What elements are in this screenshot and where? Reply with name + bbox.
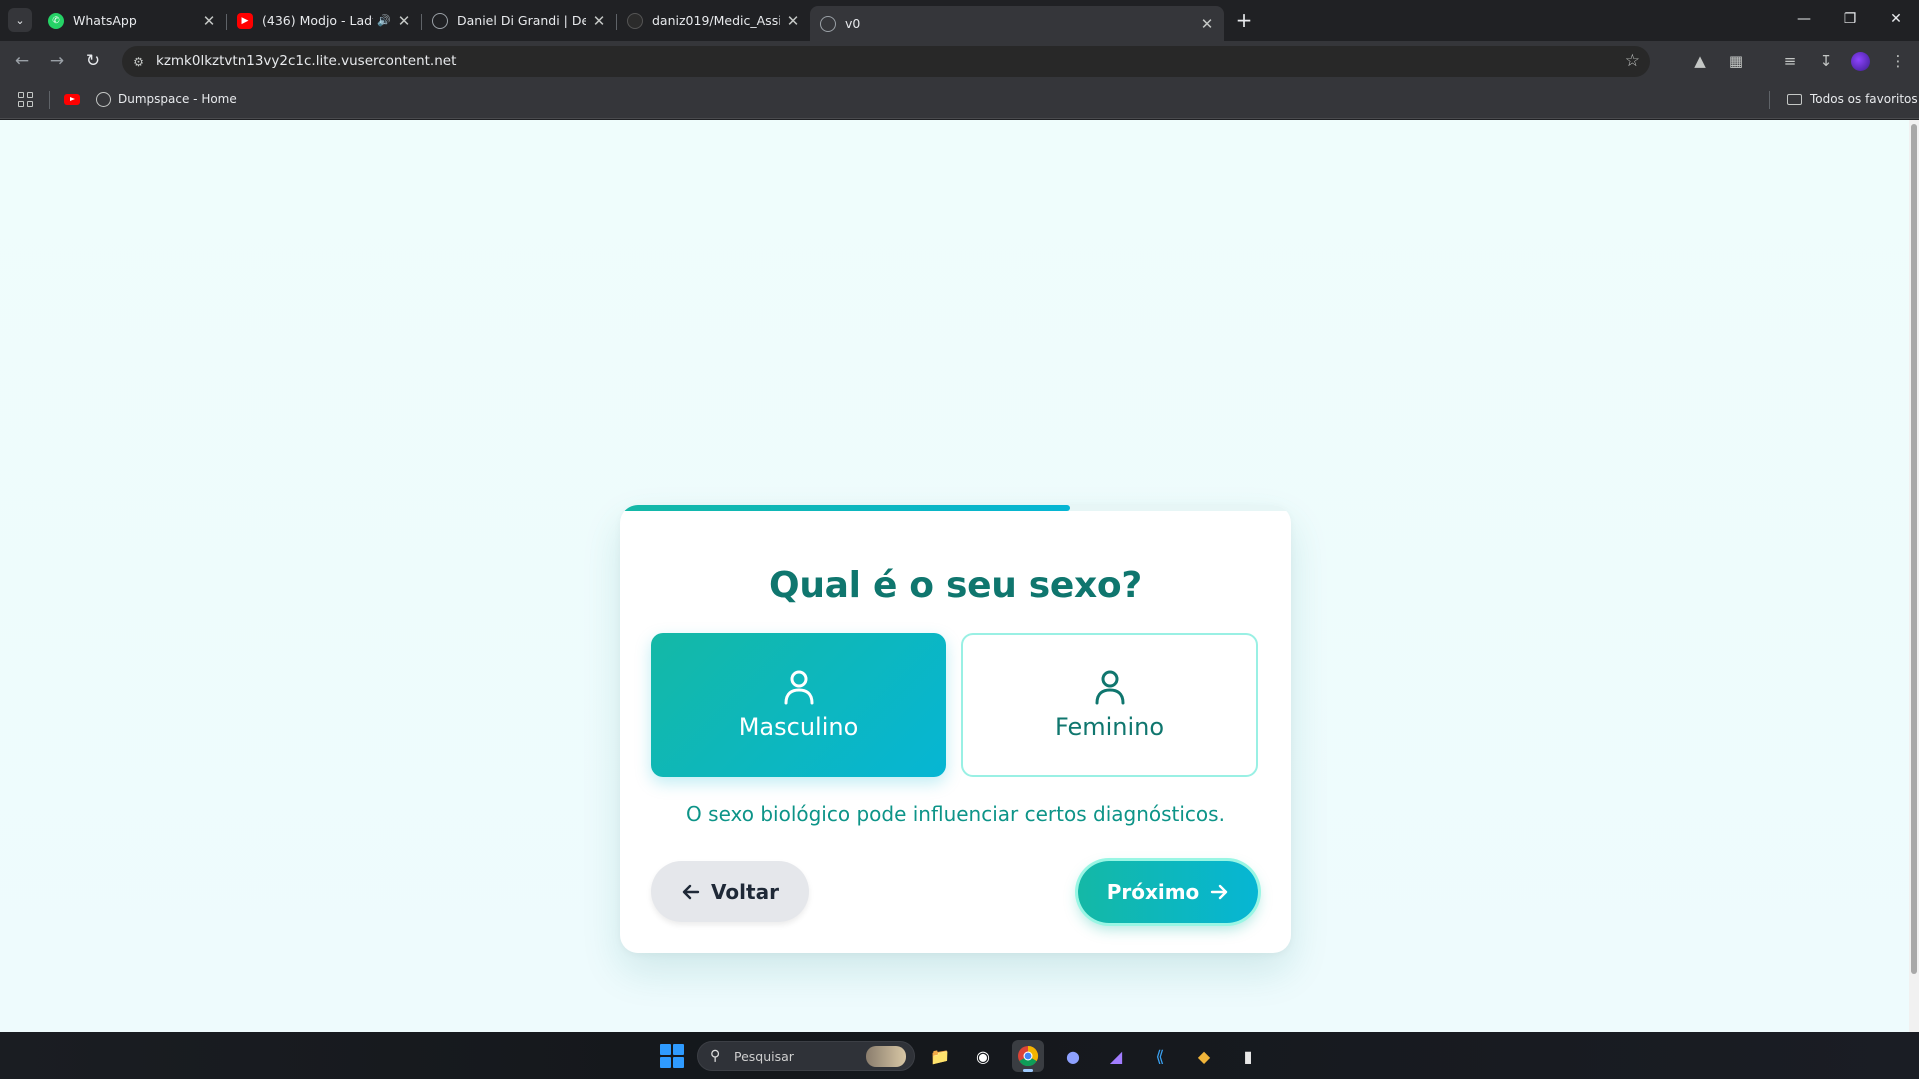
restore-button[interactable]: ❐: [1827, 0, 1873, 38]
arrow-left-icon: ←: [14, 51, 30, 71]
download-icon[interactable]: ↧: [1815, 50, 1837, 72]
progress-bar: [620, 505, 1070, 511]
forward-button[interactable]: →: [44, 48, 70, 74]
back-step-label: Voltar: [711, 879, 779, 904]
bookmarks-bar: Dumpspace - Home Todos os favoritos: [0, 81, 1919, 119]
scrollbar-thumb[interactable]: [1911, 124, 1917, 974]
tab-title: Daniel Di Grandi | Desenvolvedor: [457, 13, 586, 28]
arrow-left-icon: [682, 884, 700, 899]
restore-icon: ❐: [1843, 11, 1857, 27]
file-explorer-icon[interactable]: 📁: [924, 1040, 956, 1072]
close-window-button[interactable]: ✕: [1873, 0, 1919, 38]
url-text[interactable]: kzmk0lkztvtn13vy2c1c.lite.vusercontent.n…: [156, 53, 456, 69]
terminal-icon[interactable]: ▮: [1232, 1040, 1264, 1072]
option-feminino[interactable]: Feminino: [961, 633, 1258, 777]
globe-icon: [820, 15, 836, 32]
arrow-right-icon: →: [49, 51, 65, 71]
visual-studio-icon[interactable]: ◢: [1100, 1040, 1132, 1072]
tab-portfolio[interactable]: Daniel Di Grandi | Desenvolvedor ✕: [422, 6, 616, 35]
next-step-label: Próximo: [1106, 880, 1200, 904]
whatsapp-icon: ✆: [48, 12, 64, 29]
tab-strip: ⌄ ✆ WhatsApp ✕ ▶ (436) Modjo - Lady (Hea…: [0, 0, 1919, 41]
speaker-icon[interactable]: 🔊: [377, 14, 391, 27]
close-icon[interactable]: ✕: [397, 12, 411, 30]
tab-github[interactable]: daniz019/Medic_Assistent: O Assistente ✕: [617, 6, 810, 35]
close-icon[interactable]: ✕: [592, 12, 606, 30]
progress-track: [620, 505, 1291, 511]
hint-text: O sexo biológico pode influenciar certos…: [686, 802, 1225, 826]
tab-whatsapp[interactable]: ✆ WhatsApp ✕: [38, 6, 226, 35]
close-icon: ✕: [1890, 11, 1902, 27]
tab-title: WhatsApp: [73, 13, 137, 28]
taskbar: ⚲ Pesquisar 📁 ◉ ● ◢ ⟪ ◆ ▮: [0, 1032, 1919, 1079]
search-icon: ⚲: [710, 1048, 721, 1064]
bookmark-star-icon[interactable]: ☆: [1625, 51, 1640, 71]
browser-toolbar: ← → ↻ ⚙ kzmk0lkztvtn13vy2c1c.lite.vuserc…: [0, 41, 1919, 81]
next-step-button[interactable]: Próximo: [1078, 861, 1258, 923]
minimize-icon: —: [1797, 11, 1811, 27]
media-controls-icon[interactable]: ≡: [1779, 50, 1801, 72]
chrome-logo: [1018, 1045, 1039, 1067]
page-scrollbar[interactable]: [1909, 120, 1919, 1032]
site-settings-icon[interactable]: ⚙: [130, 53, 147, 70]
close-icon[interactable]: ✕: [202, 12, 216, 30]
reload-button[interactable]: ↻: [80, 48, 106, 74]
question-title: Qual é o seu sexo?: [769, 565, 1142, 606]
user-icon: [1095, 670, 1124, 705]
steam-icon[interactable]: ◉: [967, 1040, 999, 1072]
menu-dots-icon[interactable]: ⋮: [1887, 50, 1909, 72]
back-step-button[interactable]: Voltar: [651, 861, 809, 922]
globe-icon: [96, 92, 111, 107]
close-icon[interactable]: ✕: [786, 12, 800, 30]
discord-icon[interactable]: ●: [1057, 1040, 1089, 1072]
tab-title: v0: [845, 16, 861, 31]
globe-icon: [432, 12, 448, 29]
back-button[interactable]: ←: [9, 48, 35, 74]
tab-title: daniz019/Medic_Assistent: O Assistente: [652, 13, 780, 28]
youtube-icon[interactable]: [64, 94, 80, 105]
tab-youtube[interactable]: ▶ (436) Modjo - Lady (Hear Me Tonight) 🔊…: [227, 6, 421, 35]
chrome-icon[interactable]: [1012, 1040, 1044, 1072]
avatar[interactable]: [1851, 52, 1870, 71]
extensions-puzzle-icon[interactable]: ▦: [1725, 50, 1747, 72]
option-label: Feminino: [1054, 713, 1165, 741]
folder-icon: [1787, 94, 1802, 105]
minimize-button[interactable]: —: [1781, 0, 1827, 38]
address-bar[interactable]: ⚙ kzmk0lkztvtn13vy2c1c.lite.vusercontent…: [122, 46, 1650, 77]
youtube-icon: ▶: [237, 12, 253, 29]
plus-icon: +: [1235, 8, 1253, 32]
windows-start-icon[interactable]: [660, 1044, 684, 1068]
chevron-down-icon: ⌄: [15, 13, 25, 27]
question-card: Qual é o seu sexo? Masculino Feminino O …: [620, 505, 1291, 953]
page-content: Qual é o seu sexo? Masculino Feminino O …: [0, 120, 1909, 1032]
taskbar-search[interactable]: ⚲ Pesquisar: [697, 1041, 915, 1071]
taskbar-search-placeholder: Pesquisar: [734, 1049, 794, 1064]
bookmark-dumpspace[interactable]: Dumpspace - Home: [118, 92, 237, 106]
user-icon: [784, 670, 813, 705]
reload-icon: ↻: [85, 51, 101, 71]
apps-grid-icon[interactable]: [18, 92, 33, 107]
all-bookmarks-folder[interactable]: Todos os favoritos: [1810, 92, 1918, 106]
vscode-icon[interactable]: ⟪: [1144, 1040, 1176, 1072]
extension-triangle-icon[interactable]: ▲: [1689, 50, 1711, 72]
bookmark-separator: [1769, 91, 1770, 109]
tab-v0[interactable]: v0 ✕: [810, 6, 1224, 41]
git-icon[interactable]: ◆: [1188, 1040, 1220, 1072]
option-label: Masculino: [738, 713, 859, 741]
github-icon: [627, 12, 643, 29]
bookmark-separator: [49, 91, 50, 109]
close-icon[interactable]: ✕: [1200, 15, 1214, 33]
search-highlight-image: [866, 1046, 906, 1067]
option-masculino[interactable]: Masculino: [651, 633, 946, 777]
tab-search-button[interactable]: ⌄: [8, 8, 32, 32]
tab-title: (436) Modjo - Lady (Hear Me Tonight): [262, 13, 373, 28]
arrow-right-icon: [1211, 884, 1228, 900]
new-tab-button[interactable]: +: [1232, 8, 1256, 32]
